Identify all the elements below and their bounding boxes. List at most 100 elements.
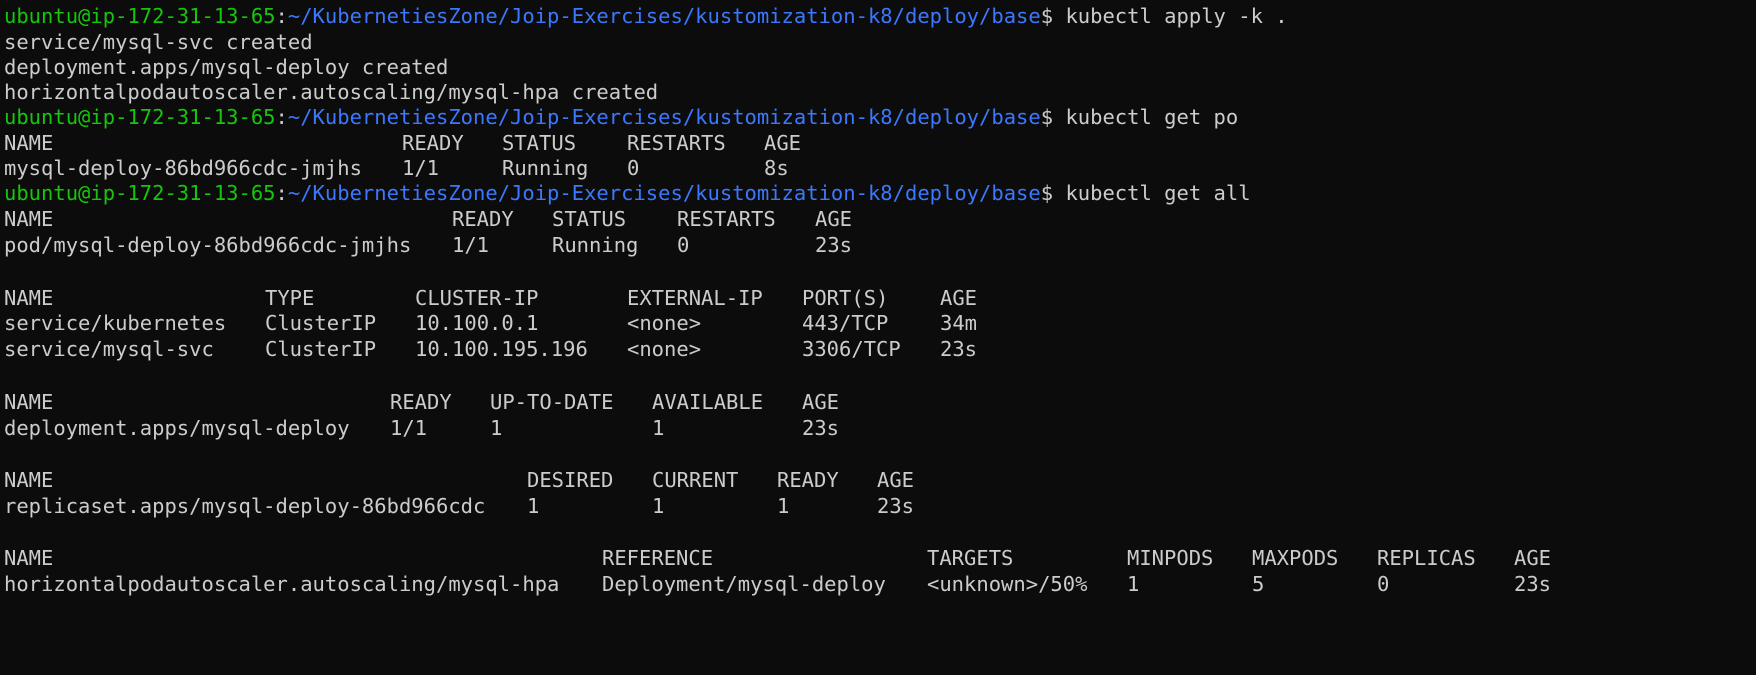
prompt-line: ubuntu@ip-172-31-13-65:~/KubernetiesZone… bbox=[4, 4, 1288, 29]
pod-name-cell: pod/mysql-deploy-86bd966cdc-jmjhs bbox=[4, 233, 412, 257]
column-header: MINPODS bbox=[1127, 546, 1214, 570]
desired-cell: 1 bbox=[527, 494, 540, 518]
column-header: STATUS bbox=[552, 207, 627, 231]
column-header: NAME bbox=[4, 468, 54, 492]
output-line: deployment.apps/mysql-deploy created bbox=[4, 55, 449, 79]
column-header: AGE bbox=[877, 468, 915, 492]
prompt-user-host: ubuntu@ip-172-31-13-65 bbox=[4, 181, 276, 205]
status-cell: Running bbox=[552, 233, 639, 257]
cluster-ip-cell: 10.100.195.196 bbox=[415, 337, 588, 361]
ports-cell: 3306/TCP bbox=[802, 337, 901, 361]
restarts-cell: 0 bbox=[677, 233, 690, 257]
command-text: kubectl get all bbox=[1065, 181, 1251, 205]
table-row: deployment.apps/mysql-deploy 1/1 1 1 23s bbox=[4, 416, 839, 441]
column-header: NAME bbox=[4, 286, 54, 310]
type-cell: ClusterIP bbox=[265, 337, 377, 361]
table-row: pod/mysql-deploy-86bd966cdc-jmjhs 1/1 Ru… bbox=[4, 233, 852, 258]
service-name-cell: service/kubernetes bbox=[4, 311, 227, 335]
output-line: service/mysql-svc created bbox=[4, 30, 313, 54]
command-text: kubectl get po bbox=[1065, 105, 1239, 129]
status-cell: Running bbox=[502, 156, 589, 180]
table-row: replicaset.apps/mysql-deploy-86bd966cdc … bbox=[4, 494, 914, 519]
ready-cell: 1/1 bbox=[402, 156, 440, 180]
output-line: horizontalpodautoscaler.autoscaling/mysq… bbox=[4, 80, 659, 104]
external-ip-cell: <none> bbox=[627, 337, 702, 361]
table-row: service/kubernetes ClusterIP 10.100.0.1 … bbox=[4, 311, 977, 336]
prompt-separator: : bbox=[275, 4, 288, 28]
table-header-row: NAME DESIRED CURRENT READY AGE bbox=[4, 468, 914, 493]
ready-cell: 1/1 bbox=[390, 416, 428, 440]
prompt-cwd: ~/KubernetiesZone/Joip-Exercises/kustomi… bbox=[287, 105, 1041, 129]
ready-cell: 1/1 bbox=[452, 233, 490, 257]
restarts-cell: 0 bbox=[627, 156, 640, 180]
column-header: PORT(S) bbox=[802, 286, 889, 310]
prompt-line: ubuntu@ip-172-31-13-65:~/KubernetiesZone… bbox=[4, 105, 1238, 130]
prompt-user-host: ubuntu@ip-172-31-13-65 bbox=[4, 4, 276, 28]
age-cell: 23s bbox=[940, 337, 978, 361]
type-cell: ClusterIP bbox=[265, 311, 377, 335]
minpods-cell: 1 bbox=[1127, 572, 1140, 596]
maxpods-cell: 5 bbox=[1252, 572, 1265, 596]
ports-cell: 443/TCP bbox=[802, 311, 889, 335]
prompt-line: ubuntu@ip-172-31-13-65:~/KubernetiesZone… bbox=[4, 181, 1251, 206]
prompt-symbol: $ bbox=[1040, 105, 1066, 129]
column-header: STATUS bbox=[502, 131, 577, 155]
prompt-symbol: $ bbox=[1040, 181, 1066, 205]
replicas-cell: 0 bbox=[1377, 572, 1390, 596]
column-header: READY bbox=[390, 390, 452, 414]
table-header-row: NAME REFERENCE TARGETS MINPODS MAXPODS R… bbox=[4, 546, 1551, 571]
column-header: NAME bbox=[4, 131, 54, 155]
age-cell: 34m bbox=[940, 311, 978, 335]
external-ip-cell: <none> bbox=[627, 311, 702, 335]
column-header: AGE bbox=[1514, 546, 1552, 570]
available-cell: 1 bbox=[652, 416, 665, 440]
service-name-cell: service/mysql-svc bbox=[4, 337, 214, 361]
column-header: MAXPODS bbox=[1252, 546, 1339, 570]
hpa-name-cell: horizontalpodautoscaler.autoscaling/mysq… bbox=[4, 572, 560, 596]
column-header: RESTARTS bbox=[627, 131, 726, 155]
pod-name-cell: mysql-deploy-86bd966cdc-jmjhs bbox=[4, 156, 362, 180]
current-cell: 1 bbox=[652, 494, 665, 518]
column-header: AGE bbox=[815, 207, 853, 231]
column-header: CLUSTER-IP bbox=[415, 286, 539, 310]
column-header: NAME bbox=[4, 207, 54, 231]
column-header: AGE bbox=[764, 131, 802, 155]
column-header: AGE bbox=[802, 390, 840, 414]
prompt-separator: : bbox=[275, 105, 288, 129]
prompt-cwd: ~/KubernetiesZone/Joip-Exercises/kustomi… bbox=[287, 4, 1041, 28]
up-to-date-cell: 1 bbox=[490, 416, 503, 440]
command-text: kubectl apply -k . bbox=[1065, 4, 1288, 28]
column-header: NAME bbox=[4, 546, 54, 570]
table-header-row: NAME READY STATUS RESTARTS AGE bbox=[4, 131, 801, 156]
column-header: NAME bbox=[4, 390, 54, 414]
targets-cell: <unknown>/50% bbox=[927, 572, 1088, 596]
column-header: READY bbox=[452, 207, 514, 231]
column-header: AGE bbox=[940, 286, 978, 310]
column-header: UP-TO-DATE bbox=[490, 390, 614, 414]
column-header: READY bbox=[777, 468, 839, 492]
column-header: DESIRED bbox=[527, 468, 614, 492]
column-header: EXTERNAL-IP bbox=[627, 286, 763, 310]
column-header: TARGETS bbox=[927, 546, 1014, 570]
table-row: service/mysql-svc ClusterIP 10.100.195.1… bbox=[4, 337, 977, 362]
column-header: CURRENT bbox=[652, 468, 739, 492]
prompt-separator: : bbox=[275, 181, 288, 205]
column-header: TYPE bbox=[265, 286, 315, 310]
terminal-window[interactable]: ubuntu@ip-172-31-13-65:~/KubernetiesZone… bbox=[0, 0, 1756, 675]
table-header-row: NAME TYPE CLUSTER-IP EXTERNAL-IP PORT(S)… bbox=[4, 286, 977, 311]
reference-cell: Deployment/mysql-deploy bbox=[602, 572, 886, 596]
prompt-symbol: $ bbox=[1040, 4, 1066, 28]
age-cell: 23s bbox=[815, 233, 853, 257]
column-header: AVAILABLE bbox=[652, 390, 764, 414]
table-row: horizontalpodautoscaler.autoscaling/mysq… bbox=[4, 572, 1551, 597]
age-cell: 23s bbox=[1514, 572, 1552, 596]
replicaset-name-cell: replicaset.apps/mysql-deploy-86bd966cdc bbox=[4, 494, 486, 518]
table-header-row: NAME READY STATUS RESTARTS AGE bbox=[4, 207, 852, 232]
column-header: READY bbox=[402, 131, 464, 155]
age-cell: 8s bbox=[764, 156, 789, 180]
column-header: REPLICAS bbox=[1377, 546, 1476, 570]
cluster-ip-cell: 10.100.0.1 bbox=[415, 311, 539, 335]
column-header: REFERENCE bbox=[602, 546, 714, 570]
deployment-name-cell: deployment.apps/mysql-deploy bbox=[4, 416, 350, 440]
age-cell: 23s bbox=[877, 494, 915, 518]
